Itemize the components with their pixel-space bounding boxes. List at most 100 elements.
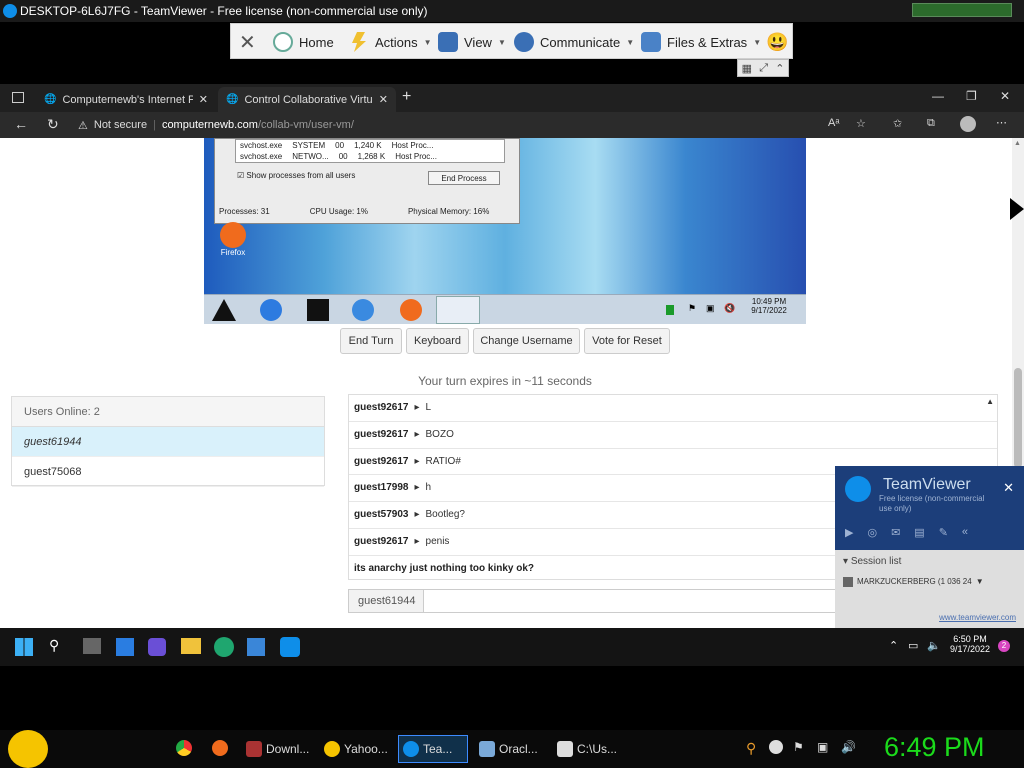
favorite-add-icon[interactable]: ☆ (856, 117, 866, 130)
teamviewer-link[interactable]: www.teamviewer.com (939, 613, 1016, 622)
scroll-up-icon[interactable]: ▲ (1014, 140, 1021, 147)
task-view-icon[interactable] (83, 638, 101, 654)
toolbar-view-button[interactable]: View ▼ (438, 24, 506, 60)
file-explorer-icon[interactable] (181, 638, 201, 654)
tab-pub[interactable]: 🌐 Computernewb's Internet Pub H ✕ (36, 87, 216, 112)
file-icon[interactable]: ▤ (914, 526, 924, 539)
session-list: ▾ Session list MARKZUCKERBERG (1 036 24 … (835, 550, 1024, 628)
chat-icon[interactable]: ✉ (891, 526, 900, 539)
display-icon[interactable]: ▭ (908, 639, 918, 652)
tab-close-icon[interactable]: ✕ (379, 93, 388, 106)
headset-icon[interactable]: ◎ (867, 526, 877, 539)
user-item[interactable]: guest75068 (12, 457, 324, 487)
scroll-thumb[interactable] (1014, 368, 1022, 468)
network-icon[interactable]: ▣ (706, 303, 715, 314)
teamviewer-icon[interactable] (280, 637, 300, 657)
tray-app-icon[interactable] (769, 740, 783, 754)
taskbar-item-download[interactable]: Downl... (242, 735, 316, 763)
browser-addressbar: ← ↻ ⚠ Not secure | computernewb.com/coll… (0, 112, 1024, 138)
process-row[interactable]: svchost.exe NETWO... 00 1,268 K Host Proc... (236, 151, 504, 162)
vote-reset-button[interactable]: Vote for Reset (584, 328, 670, 354)
search-icon[interactable]: ⚲ (49, 637, 59, 654)
taskbar-item-oracle[interactable]: Oracl... (475, 735, 549, 763)
window-controls[interactable] (912, 3, 1012, 17)
search-icon[interactable]: ⚲ (746, 740, 756, 757)
back-icon[interactable]: ← (14, 116, 28, 132)
flag-icon[interactable]: ⚑ (688, 303, 696, 314)
teams-chat-icon[interactable] (148, 638, 166, 656)
volume-icon[interactable]: 🔊 (841, 740, 856, 754)
firefox-desktop-icon[interactable]: Firefox (216, 222, 250, 257)
keyboard-button[interactable]: Keyboard (406, 328, 469, 354)
media-icon[interactable] (352, 299, 374, 321)
tray-chevron-icon[interactable]: ⌃ (889, 639, 898, 652)
smiley-start-icon[interactable] (8, 730, 48, 768)
toolbar-home-button[interactable]: Home (273, 24, 334, 60)
close-icon[interactable]: ✕ (1003, 480, 1014, 496)
change-username-button[interactable]: Change Username (473, 328, 580, 354)
windows-start-icon[interactable] (15, 638, 33, 656)
show-all-checkbox[interactable]: ☑ Show processes from all users (237, 171, 355, 180)
close-icon[interactable]: ✕ (1000, 89, 1010, 103)
chevron-down-icon: ▼ (626, 37, 635, 47)
edge-icon[interactable] (214, 637, 234, 657)
tab-collabvm[interactable]: 🌐 Control Collaborative Virtual Ma ✕ (218, 87, 396, 112)
notification-badge[interactable]: 2 (998, 640, 1010, 652)
more-icon[interactable]: ⋯ (996, 116, 1007, 129)
teamviewer-logo-icon (3, 4, 17, 18)
refresh-icon[interactable]: ↻ (47, 116, 59, 133)
user-item[interactable]: guest61944 (12, 427, 324, 457)
toolbar-emoji-button[interactable]: 😃 (766, 24, 788, 60)
tab-actions-icon[interactable] (12, 92, 24, 103)
fullscreen-icon[interactable]: ⤢ (759, 62, 768, 75)
firefox-icon[interactable] (400, 299, 422, 321)
taskmgr-taskbar-icon[interactable] (436, 296, 480, 324)
network-icon[interactable]: ▣ (817, 740, 828, 754)
collections-icon[interactable]: ⧉ (927, 117, 935, 130)
remote-clock[interactable]: 6:50 PM 9/17/2022 (945, 634, 995, 654)
process-row[interactable]: svchost.exe SYSTEM 00 1,240 K Host Proc... (236, 140, 504, 151)
volume-mute-icon[interactable]: 🔇 (724, 303, 735, 314)
toolbar-actions-button[interactable]: Actions ▼ (349, 24, 432, 60)
task-manager-window[interactable]: svchost.exe SYSTEM 00 1,240 K Host Proc... s… (214, 138, 520, 224)
taskbar-item-teamviewer[interactable]: Tea... (398, 735, 468, 763)
start-icon[interactable] (212, 299, 236, 321)
chrome-icon[interactable] (176, 740, 192, 756)
url-bar[interactable]: ⚠ Not secure | computernewb.com/collab-v… (78, 115, 818, 135)
end-process-button[interactable]: End Process (428, 171, 500, 185)
collapse-icon[interactable]: ⌃ (775, 62, 784, 75)
profile-avatar[interactable] (960, 116, 976, 132)
read-aloud-icon[interactable]: Aᵃ (828, 117, 839, 129)
teamviewer-panel: TeamViewer Free license (non-commercial … (835, 466, 1024, 628)
favorites-icon[interactable]: ✩ (893, 117, 902, 130)
toolbar-mini-controls[interactable]: ▦ ⤢ ⌃ (737, 59, 789, 77)
vm-screen[interactable]: svchost.exe SYSTEM 00 1,240 K Host Proc... s… (204, 138, 806, 324)
tab-close-icon[interactable]: ✕ (199, 93, 208, 106)
collapse-icon[interactable]: « (962, 526, 968, 539)
toolbar-communicate-button[interactable]: Communicate ▼ (514, 24, 634, 60)
chevron-down-icon[interactable]: ▼ (976, 577, 984, 587)
ie-icon[interactable] (260, 299, 282, 321)
maximize-icon[interactable]: ❐ (966, 89, 977, 103)
process-list[interactable]: svchost.exe SYSTEM 00 1,240 K Host Proc... s… (235, 139, 505, 163)
minimize-icon[interactable]: — (932, 89, 944, 103)
app-icon[interactable] (307, 299, 329, 321)
video-icon[interactable]: ▶ (845, 526, 853, 539)
end-turn-button[interactable]: End Turn (340, 328, 402, 354)
pen-icon[interactable]: ✎ (939, 526, 948, 539)
vm-clock[interactable]: 10:49 PM 9/17/2022 (744, 297, 794, 315)
firefox-icon[interactable] (212, 740, 228, 756)
taskbar-item-7zip[interactable]: C:\Us... (553, 735, 627, 763)
store-icon[interactable] (247, 638, 265, 656)
widgets-icon[interactable] (116, 638, 134, 656)
grid-icon[interactable]: ▦ (742, 62, 752, 75)
session-item[interactable]: MARKZUCKERBERG (1 036 24 ▼ (835, 573, 1024, 591)
taskbar-item-yahoo[interactable]: Yahoo... (320, 735, 394, 763)
local-clock[interactable]: 6:49 PM (884, 732, 985, 763)
toolbar-files-button[interactable]: Files & Extras ▼ (641, 24, 761, 60)
new-tab-button[interactable]: + (402, 88, 411, 106)
scroll-up-icon[interactable]: ▲ (986, 397, 994, 406)
flag-icon[interactable]: ⚑ (793, 740, 804, 754)
volume-icon[interactable]: 🔈 (927, 639, 941, 652)
toolbar-close-button[interactable]: ✕ (239, 24, 256, 60)
